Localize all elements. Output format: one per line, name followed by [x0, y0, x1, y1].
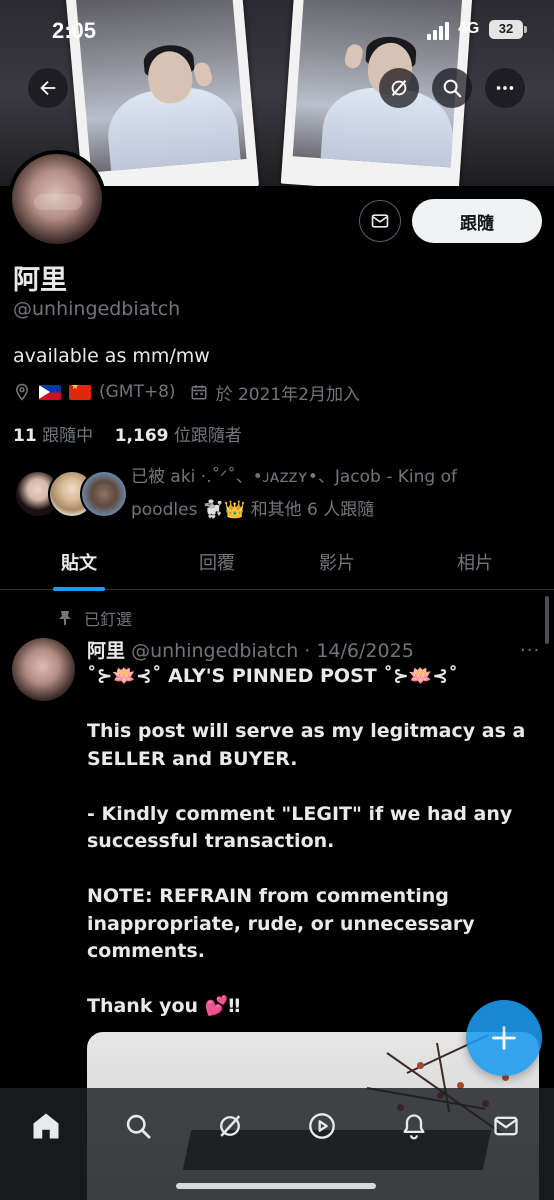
tab-videos[interactable]: 影片: [278, 534, 396, 589]
back-button[interactable]: [28, 68, 68, 108]
grok-icon: [220, 1115, 241, 1137]
mail-icon: [371, 214, 389, 228]
status-bar: 2:05 4G 32: [0, 0, 554, 62]
profile-tabs: 貼文 回覆 影片 相片: [0, 534, 554, 590]
nav-messages[interactable]: [486, 1106, 526, 1146]
grok-button[interactable]: [379, 68, 419, 108]
followers-label: 位跟隨者: [173, 426, 242, 446]
post-text: ˚⊱🪷⊰˚ ALY'S PINNED POST ˚⊱🪷⊰˚ This post …: [87, 665, 526, 1017]
profile-avatar[interactable]: [8, 150, 106, 248]
profile-stats: 11 跟隨中 1,169 位跟隨者: [13, 421, 242, 446]
home-indicator: [176, 1183, 376, 1189]
more-button[interactable]: [485, 68, 525, 108]
nav-home[interactable]: [26, 1106, 66, 1146]
tab-photos[interactable]: 相片: [416, 534, 534, 589]
post-author-name[interactable]: 阿里: [87, 640, 125, 662]
philippines-flag-icon: [39, 384, 61, 400]
more-horizontal-icon: [496, 86, 514, 90]
post-author-meta: @unhingedbiatch · 14/6/2025: [131, 640, 414, 662]
following-count: 11: [13, 426, 37, 446]
china-flag-icon: [69, 384, 91, 400]
compose-button[interactable]: [466, 1000, 542, 1076]
mail-icon: [494, 1116, 518, 1136]
plus-icon: [492, 1026, 516, 1050]
profile-bio: available as mm/mw: [13, 345, 210, 367]
nav-video[interactable]: [302, 1106, 342, 1146]
search-icon: [126, 1114, 151, 1139]
post-header: 阿里 @unhingedbiatch · 14/6/2025: [87, 636, 414, 663]
followers-you-know-line2: poodles 🐩👑 和其他 6 人跟隨: [131, 500, 375, 520]
tab-posts[interactable]: 貼文: [20, 534, 138, 589]
followers-link[interactable]: 1,169 位跟隨者: [115, 426, 242, 446]
video-play-icon: [309, 1113, 335, 1139]
following-link[interactable]: 11 跟隨中: [13, 426, 93, 446]
profile-timezone: (GMT+8): [99, 382, 176, 402]
pinned-label: 已釘選: [84, 610, 133, 629]
followers-count: 1,169: [114, 426, 169, 446]
search-icon: [443, 79, 462, 98]
active-tab-indicator: [53, 587, 105, 591]
status-time: 2:05: [52, 18, 97, 43]
following-label: 跟隨中: [42, 426, 94, 446]
avatar: [80, 470, 128, 518]
profile-joined: 於 2021年2月加入: [215, 384, 361, 405]
pinned-indicator: 已釘選: [58, 606, 132, 630]
profile-handle: @unhingedbiatch: [13, 298, 181, 320]
scrollbar[interactable]: [545, 596, 549, 644]
bell-icon: [403, 1114, 425, 1140]
arrow-left-icon: [40, 80, 56, 96]
grok-slash-icon: [391, 80, 407, 96]
follow-button[interactable]: 跟隨: [412, 199, 542, 243]
pin-icon: [59, 611, 71, 625]
profile-meta: (GMT+8) 於 2021年2月加入: [13, 380, 361, 405]
battery-icon: 32: [489, 20, 527, 39]
location-pin-icon: [15, 383, 29, 401]
home-icon: [33, 1113, 59, 1139]
network-type: 4G: [458, 20, 480, 37]
message-button[interactable]: [359, 200, 401, 242]
battery-level: 32: [498, 21, 514, 36]
signal-icon: [427, 22, 453, 40]
nav-notifications[interactable]: [394, 1106, 434, 1146]
followers-you-know-text[interactable]: 已被 aki ·.˚ᐟ˚、•ᴊᴀᴢᴢʏ•、Jacob - King of poo…: [131, 461, 541, 527]
post-author-avatar[interactable]: [12, 638, 75, 701]
search-button[interactable]: [432, 68, 472, 108]
calendar-icon: [191, 385, 207, 400]
profile-name: 阿里: [13, 265, 67, 296]
followers-you-know-line1: 已被 aki ·.˚ᐟ˚、•ᴊᴀᴢᴢʏ•、Jacob - King of: [131, 467, 457, 487]
tab-replies[interactable]: 回覆: [158, 534, 276, 589]
post-more-button[interactable]: ···: [520, 640, 540, 661]
nav-grok[interactable]: [210, 1106, 250, 1146]
nav-search[interactable]: [118, 1106, 158, 1146]
followers-you-know-avatars[interactable]: [14, 470, 128, 520]
